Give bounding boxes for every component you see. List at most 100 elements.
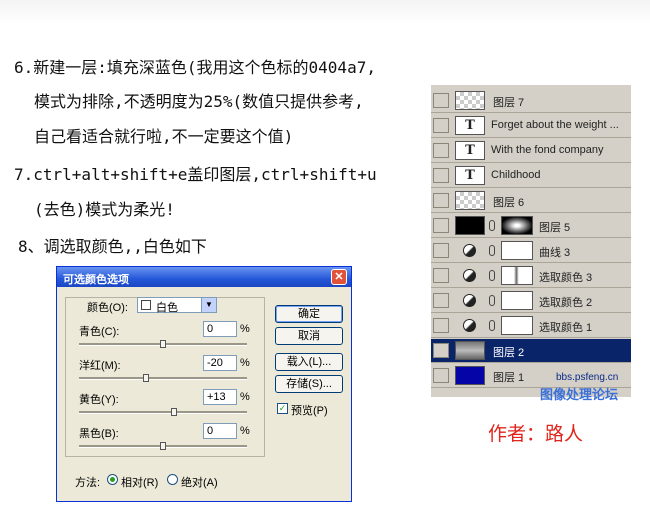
color-label: 颜色(O): — [87, 302, 128, 314]
relative-radio[interactable] — [107, 474, 118, 485]
black-input[interactable]: 0 — [203, 423, 237, 439]
absolute-radio[interactable] — [167, 474, 178, 485]
layer-name: Forget about the weight ... — [491, 119, 619, 131]
layer-name: 曲线 3 — [539, 247, 571, 259]
yellow-input[interactable]: +13 — [203, 389, 237, 405]
black-label: 黑色(B): — [79, 428, 119, 440]
layer-name: 图层 5 — [539, 222, 571, 234]
layer-thumbnail — [455, 216, 485, 235]
text-layer-icon: T — [455, 166, 485, 185]
layer-mask-thumbnail — [501, 316, 533, 335]
color-swatch — [141, 300, 151, 310]
layer-name: 选取颜色 1 — [539, 322, 593, 334]
layer-mask-thumbnail — [501, 291, 533, 310]
yellow-slider-track[interactable] — [79, 411, 247, 414]
layer-row-text-forget[interactable]: T Forget about the weight ... — [431, 114, 631, 138]
cyan-input[interactable]: 0 — [203, 321, 237, 337]
method-label: 方法: — [75, 477, 101, 489]
percent-unit: % — [240, 323, 250, 335]
magenta-slider-knob[interactable] — [143, 374, 150, 382]
visibility-toggle[interactable] — [433, 243, 449, 258]
visibility-toggle[interactable] — [433, 193, 449, 208]
layer-name: 图层 2 — [493, 347, 525, 359]
instruction-line-6c: 自己看适合就行啦,不一定要这个值) — [34, 127, 294, 146]
layer-row-6[interactable]: 图层 6 — [431, 189, 631, 213]
visibility-toggle[interactable] — [433, 368, 449, 383]
layer-mask-thumbnail — [501, 216, 533, 235]
absolute-label: 绝对(A) — [181, 477, 218, 489]
instruction-line-8: 8、调选取颜色,,白色如下 — [18, 237, 207, 256]
watermark-forum-name: 图像处理论坛 — [540, 388, 619, 403]
magenta-slider-track[interactable] — [79, 377, 247, 380]
text-layer-icon: T — [455, 141, 485, 160]
visibility-toggle[interactable] — [433, 343, 449, 358]
color-select[interactable]: 白色 ▼ — [137, 297, 217, 314]
link-icon — [489, 295, 495, 306]
yellow-label: 黄色(Y): — [79, 394, 119, 406]
adjustment-layer-icon — [463, 294, 476, 307]
dialog-titlebar[interactable]: 可选颜色选项 ✕ — [57, 267, 351, 287]
layer-name: 图层 7 — [493, 97, 525, 109]
watermark-url: bbs.psfeng.cn — [556, 372, 619, 383]
layer-row-selective-color-3[interactable]: 选取颜色 3 — [431, 264, 631, 288]
layer-row-7[interactable]: 图层 7 — [431, 89, 631, 113]
visibility-toggle[interactable] — [433, 218, 449, 233]
instruction-line-6b: 模式为排除,不透明度为25%(数值只提供参考, — [34, 92, 364, 111]
visibility-toggle[interactable] — [433, 268, 449, 283]
layer-row-selective-color-1[interactable]: 选取颜色 1 — [431, 314, 631, 338]
link-icon — [489, 220, 495, 231]
layer-name: 图层 1 — [493, 372, 525, 384]
magenta-label: 洋红(M): — [79, 360, 121, 372]
adjustment-layer-icon — [463, 269, 476, 282]
cyan-slider-knob[interactable] — [160, 340, 166, 348]
layer-row-text-fond[interactable]: T With the fond company — [431, 139, 631, 163]
layer-name: 选取颜色 3 — [539, 272, 593, 284]
preview-checkbox[interactable]: ✓ — [277, 403, 288, 414]
visibility-toggle[interactable] — [433, 293, 449, 308]
top-border — [0, 0, 650, 24]
preview-label: 预览(P) — [291, 405, 328, 417]
layer-row-2-selected[interactable]: 图层 2 — [431, 339, 631, 363]
cyan-label: 青色(C): — [79, 326, 120, 338]
visibility-toggle[interactable] — [433, 118, 449, 133]
layer-name: 图层 6 — [493, 197, 525, 209]
instruction-line-6: 6.新建一层:填充深蓝色(我用这个色标的0404a7, — [14, 58, 376, 77]
layer-mask-thumbnail — [501, 241, 533, 260]
layer-thumbnail — [455, 191, 485, 210]
cancel-button[interactable]: 取消 — [275, 327, 343, 345]
color-select-value: 白色 — [156, 302, 178, 314]
magenta-input[interactable]: -20 — [203, 355, 237, 371]
adjustment-layer-icon — [463, 244, 476, 257]
dialog-title: 可选颜色选项 — [63, 274, 129, 286]
visibility-toggle[interactable] — [433, 143, 449, 158]
layer-row-5[interactable]: 图层 5 — [431, 214, 631, 238]
layer-thumbnail — [455, 91, 485, 110]
save-button[interactable]: 存储(S)... — [275, 375, 343, 393]
layer-name: With the fond company — [491, 144, 604, 156]
layer-row-selective-color-2[interactable]: 选取颜色 2 — [431, 289, 631, 313]
percent-unit: % — [240, 425, 250, 437]
chevron-down-icon[interactable]: ▼ — [201, 298, 216, 312]
instruction-line-7b: (去色)模式为柔光! — [34, 200, 175, 219]
percent-unit: % — [240, 357, 250, 369]
yellow-slider-knob[interactable] — [170, 408, 177, 416]
black-slider-knob[interactable] — [160, 442, 166, 450]
visibility-toggle[interactable] — [433, 168, 449, 183]
visibility-toggle[interactable] — [433, 93, 449, 108]
ok-button[interactable]: 确定 — [275, 305, 343, 323]
load-button[interactable]: 载入(L)... — [275, 353, 343, 371]
text-layer-icon: T — [455, 116, 485, 135]
layer-mask-thumbnail — [501, 266, 533, 285]
layer-thumbnail — [455, 366, 485, 385]
layer-row-curves-3[interactable]: 曲线 3 — [431, 239, 631, 263]
layer-row-text-childhood[interactable]: T Childhood — [431, 164, 631, 188]
adjustment-layer-icon — [463, 319, 476, 332]
relative-label: 相对(R) — [121, 477, 159, 489]
layer-name: 选取颜色 2 — [539, 297, 593, 309]
link-icon — [489, 245, 495, 256]
selective-color-dialog: 可选颜色选项 ✕ 颜色(O): 白色 ▼ 青色(C): 0 % 洋红(M): -… — [56, 266, 352, 502]
link-icon — [489, 270, 495, 281]
visibility-toggle[interactable] — [433, 318, 449, 333]
close-icon[interactable]: ✕ — [331, 269, 347, 285]
author-credit: 作者：路人 — [488, 423, 584, 445]
